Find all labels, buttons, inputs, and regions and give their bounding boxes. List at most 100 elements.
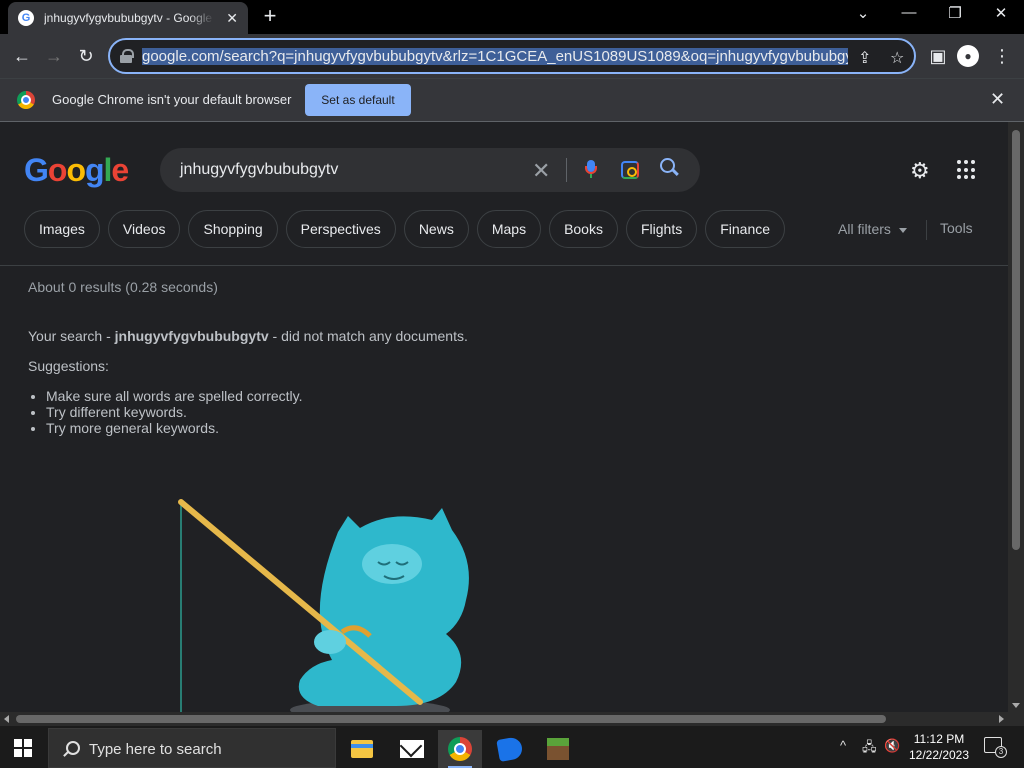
- creature-body: [298, 508, 469, 706]
- chrome-logo-icon: [17, 91, 35, 109]
- scroll-down-arrow-icon[interactable]: [1012, 703, 1020, 708]
- fishing-creature-illustration: [178, 499, 469, 712]
- chrome-icon: [448, 737, 472, 761]
- file-explorer-app[interactable]: [340, 730, 384, 768]
- tab-strip: G jnhugyvfygvbububgytv - Google Search ✕…: [0, 0, 1024, 34]
- minecraft-app[interactable]: [536, 730, 580, 768]
- back-button[interactable]: ←: [10, 44, 34, 68]
- url-selection: google.com/search?q=jnhugyvfygvbububgytv…: [142, 48, 848, 65]
- tools-button[interactable]: Tools: [940, 220, 973, 236]
- bookmark-star-icon[interactable]: ☆: [890, 48, 904, 68]
- filter-chip-perspectives[interactable]: Perspectives: [285, 210, 396, 248]
- search-divider: [566, 158, 567, 182]
- restore-button[interactable]: ❐: [940, 4, 970, 26]
- windows-taskbar: Type here to search ^ 🖧 🔇 11:12 PM 12/22…: [0, 726, 1024, 768]
- filter-chip-shopping[interactable]: Shopping: [188, 210, 278, 248]
- browser-toolbar: ← → ↻ google.com/search?q=jnhugyvfygvbub…: [0, 34, 1024, 78]
- tray-chevron-icon[interactable]: ^: [840, 738, 846, 753]
- infobar-message: Google Chrome isn't your default browser: [52, 92, 292, 107]
- result-stats: About 0 results (0.28 seconds): [28, 279, 218, 295]
- no-match-message: Your search - jnhugyvfygvbububgytv - did…: [28, 328, 468, 344]
- scroll-right-arrow-icon[interactable]: [999, 715, 1004, 723]
- suggestions-list: Make sure all words are spelled correctl…: [46, 388, 303, 436]
- no-match-query: jnhugyvfygvbububgytv: [114, 328, 269, 344]
- blue-app[interactable]: [488, 730, 532, 768]
- mail-app[interactable]: [390, 730, 434, 768]
- no-match-prefix: Your search -: [28, 328, 115, 344]
- taskbar-clock[interactable]: 11:12 PM 12/22/2023: [898, 731, 980, 763]
- filter-chips: Images Videos Shopping Perspectives News Maps…: [24, 210, 786, 248]
- minimize-button[interactable]: —: [894, 4, 924, 26]
- logo-letter: e: [111, 152, 129, 188]
- lock-icon[interactable]: [120, 49, 134, 63]
- new-tab-button[interactable]: +: [258, 5, 282, 29]
- all-filters-dropdown[interactable]: All filters: [838, 221, 907, 237]
- search-results-page: Google jnhugyvfygvbububgytv ✕ ⚙ Images Vi…: [0, 122, 1008, 712]
- settings-gear-icon[interactable]: ⚙: [910, 158, 930, 184]
- search-submit-icon[interactable]: [660, 158, 680, 178]
- default-browser-infobar: Google Chrome isn't your default browser…: [0, 78, 1024, 122]
- logo-letter: o: [66, 152, 86, 188]
- vertical-scroll-thumb[interactable]: [1012, 130, 1020, 550]
- suggestion-item: Try more general keywords.: [46, 420, 303, 436]
- clear-search-icon[interactable]: ✕: [532, 158, 550, 184]
- suggestion-item: Make sure all words are spelled correctl…: [46, 388, 303, 404]
- share-icon[interactable]: ⇪: [858, 48, 871, 68]
- filter-chip-flights[interactable]: Flights: [625, 210, 698, 248]
- chrome-menu-icon[interactable]: ⋮: [990, 44, 1014, 68]
- filter-chip-images[interactable]: Images: [24, 210, 100, 248]
- side-panel-icon[interactable]: ▣: [926, 44, 950, 68]
- blue-app-icon: [496, 736, 524, 762]
- clock-date: 12/22/2023: [908, 748, 970, 762]
- scrollbar-corner: [1008, 712, 1024, 726]
- google-apps-grid-icon[interactable]: [957, 160, 977, 180]
- search-input[interactable]: jnhugyvfygvbububgytv: [180, 161, 338, 179]
- logo-letter: g: [84, 152, 105, 188]
- infobar-close-icon[interactable]: ✕: [990, 89, 1005, 110]
- browser-tab[interactable]: G jnhugyvfygvbububgytv - Google Search ✕: [8, 2, 248, 34]
- taskbar-search-icon: [63, 741, 80, 757]
- logo-letter: o: [47, 152, 68, 188]
- profile-avatar-icon[interactable]: ●: [957, 45, 979, 67]
- filter-chip-videos[interactable]: Videos: [107, 210, 181, 248]
- url-text[interactable]: google.com/search?q=jnhugyvfygvbububgytv…: [142, 47, 848, 67]
- google-logo[interactable]: Google: [24, 152, 129, 189]
- reload-button[interactable]: ↻: [74, 44, 98, 68]
- no-match-suffix: - did not match any documents.: [268, 328, 468, 344]
- window-close-button[interactable]: ✕: [986, 4, 1016, 26]
- filter-chip-books[interactable]: Books: [549, 210, 618, 248]
- filters-divider: [926, 220, 927, 240]
- filter-chip-maps[interactable]: Maps: [476, 210, 542, 248]
- scroll-left-arrow-icon[interactable]: [4, 715, 9, 723]
- notification-count-badge: 3: [995, 746, 1007, 758]
- chrome-app[interactable]: [438, 730, 482, 768]
- taskbar-search-box[interactable]: Type here to search: [48, 728, 336, 768]
- horizontal-scroll-thumb[interactable]: [16, 715, 886, 723]
- tab-title: jnhugyvfygvbububgytv - Google Search: [44, 11, 214, 25]
- google-favicon-icon: G: [18, 10, 34, 26]
- suggestion-item: Try different keywords.: [46, 404, 303, 420]
- clock-time: 11:12 PM: [913, 732, 965, 746]
- suggestions-heading: Suggestions:: [28, 358, 109, 374]
- vertical-scrollbar[interactable]: [1008, 122, 1024, 712]
- creature-hand: [314, 630, 346, 654]
- filter-chip-news[interactable]: News: [403, 210, 469, 248]
- folder-icon: [351, 740, 373, 758]
- network-icon[interactable]: 🖧: [862, 738, 877, 760]
- windows-start-icon[interactable]: [14, 739, 32, 757]
- tab-search-chevron-icon[interactable]: ⌄: [848, 4, 878, 26]
- search-box[interactable]: jnhugyvfygvbububgytv ✕: [160, 148, 700, 192]
- horizontal-scrollbar[interactable]: [0, 712, 1008, 726]
- address-bar[interactable]: google.com/search?q=jnhugyvfygvbububgytv…: [108, 38, 916, 74]
- mail-icon: [400, 740, 424, 758]
- forward-button[interactable]: →: [42, 44, 66, 68]
- google-lens-icon[interactable]: [621, 161, 639, 179]
- header-divider: [0, 265, 1008, 266]
- tab-close-icon[interactable]: ✕: [226, 10, 238, 27]
- taskbar-search-placeholder: Type here to search: [89, 741, 222, 758]
- filter-chip-finance[interactable]: Finance: [705, 210, 786, 248]
- set-as-default-button[interactable]: Set as default: [305, 84, 411, 116]
- grass-block-icon: [547, 738, 569, 760]
- logo-letter: G: [24, 152, 49, 188]
- voice-search-mic-icon[interactable]: [585, 160, 597, 178]
